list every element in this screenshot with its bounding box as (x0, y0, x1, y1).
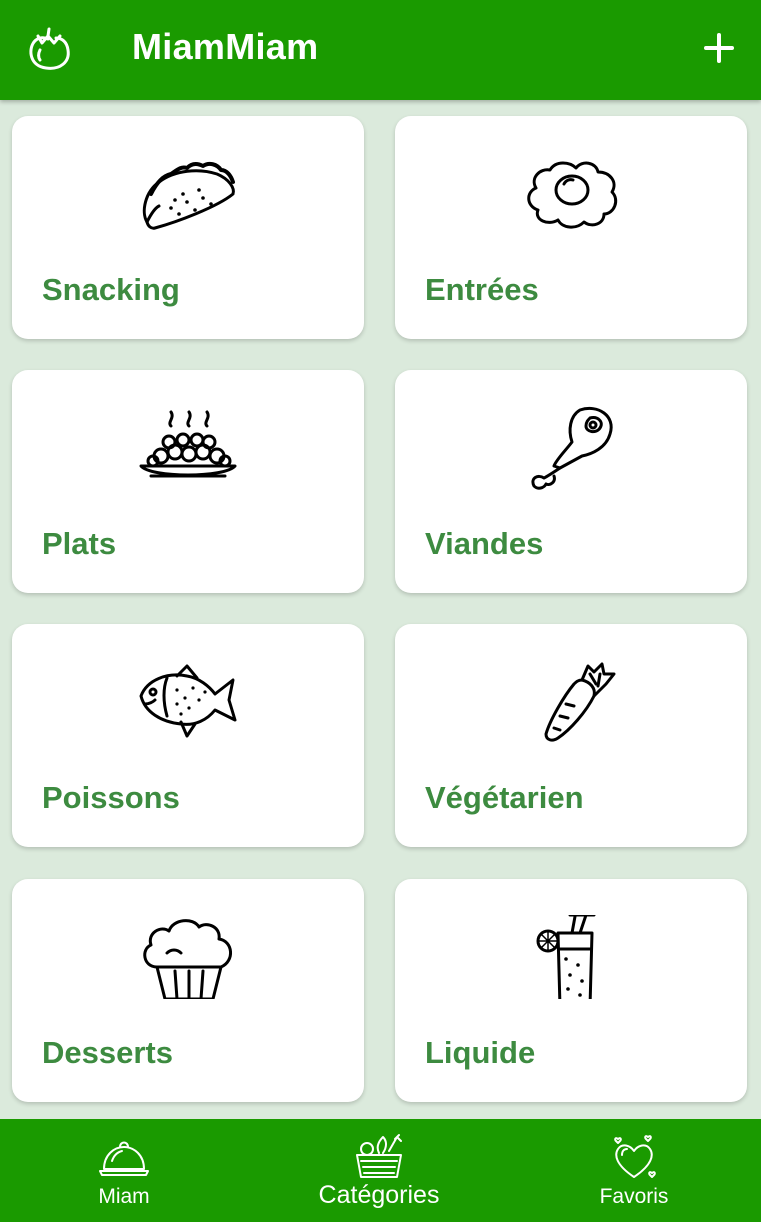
category-label: Végétarien (425, 780, 584, 815)
app-title: MiamMiam (132, 26, 319, 67)
muffin-icon (143, 919, 232, 999)
category-card-liquide[interactable]: Liquide (395, 879, 747, 1102)
category-card-viandes[interactable]: Viandes (395, 370, 747, 593)
heart-icon (614, 1135, 656, 1178)
tab-miam[interactable]: Miam (24, 1119, 224, 1222)
category-label: Entrées (425, 272, 539, 307)
tomato-icon[interactable] (24, 24, 74, 74)
drumstick-icon (531, 407, 613, 490)
cloche-icon (99, 1141, 149, 1176)
category-grid: Snacking Entrées Plats Viandes Poissons … (0, 100, 761, 1118)
category-card-poissons[interactable]: Poissons (12, 624, 364, 847)
tab-categories[interactable]: Catégories (279, 1119, 479, 1222)
category-label: Plats (42, 526, 117, 561)
bottom-navigation: Miam Catégories Favoris (0, 1119, 761, 1222)
tab-label: Miam (98, 1185, 150, 1208)
tab-label: Favoris (599, 1185, 669, 1208)
category-label: Snacking (42, 272, 180, 307)
tab-label: Catégories (318, 1181, 440, 1209)
fried-egg-icon (527, 161, 618, 229)
fish-icon (139, 664, 237, 738)
carrot-icon (544, 662, 616, 742)
category-card-vegetarien[interactable]: Végétarien (395, 624, 747, 847)
cocktail-icon (536, 915, 596, 999)
category-label: Poissons (42, 780, 180, 815)
app-bar: MiamMiam (0, 0, 761, 100)
tab-favoris[interactable]: Favoris (534, 1119, 734, 1222)
category-label: Viandes (425, 526, 544, 561)
category-label: Liquide (425, 1035, 536, 1070)
category-label: Desserts (42, 1035, 173, 1070)
hot-dish-icon (139, 410, 237, 478)
category-card-desserts[interactable]: Desserts (12, 879, 364, 1102)
category-card-entrees[interactable]: Entrées (395, 116, 747, 339)
category-card-snacking[interactable]: Snacking (12, 116, 364, 339)
category-card-plats[interactable]: Plats (12, 370, 364, 593)
plus-icon[interactable] (703, 32, 735, 64)
basket-icon (356, 1134, 402, 1178)
taco-icon (142, 161, 235, 230)
